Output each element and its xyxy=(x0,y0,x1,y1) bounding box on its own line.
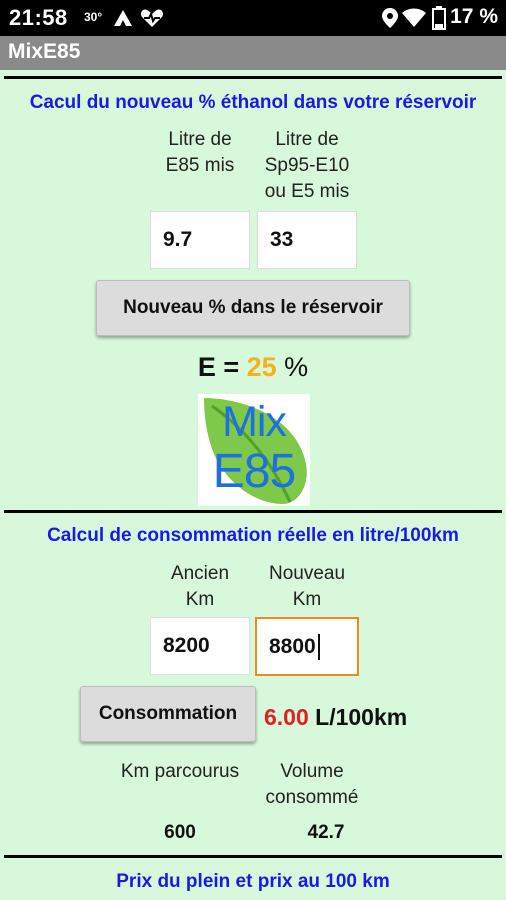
e85-liters-label: Litre de E85 mis xyxy=(165,129,235,176)
consumption-result: 6.00 L/100km xyxy=(264,704,408,730)
battery-icon xyxy=(432,6,446,30)
location-icon xyxy=(382,8,398,28)
distance-label: Km parcourus xyxy=(120,761,240,782)
status-battery-percent: 17 % xyxy=(450,5,498,28)
divider-bottom xyxy=(4,855,502,858)
logo-text-e85: E85 xyxy=(212,445,296,498)
status-bar: 21:58 30° 17 % xyxy=(0,0,506,36)
new-percent-button[interactable]: Nouveau % dans le réservoir xyxy=(96,280,410,336)
mixe85-logo: Mix E85 xyxy=(198,394,310,506)
volume-label: Volume consommé xyxy=(265,761,359,808)
status-temperature: 30° xyxy=(84,10,103,24)
sp95-liters-label: Litre de Sp95-E10 ou E5 mis xyxy=(264,129,350,202)
navigation-app-icon xyxy=(114,10,132,26)
wifi-icon xyxy=(402,8,426,27)
old-km-input[interactable]: 8200 xyxy=(150,617,250,675)
new-km-input[interactable]: 8800 xyxy=(255,617,359,676)
new-km-label: Nouveau Km xyxy=(268,563,346,610)
consumption-section-title: Calcul de consommation réelle en litre/1… xyxy=(47,525,459,546)
price-section-title: Prix du plein et prix au 100 km xyxy=(116,871,390,892)
consumption-button[interactable]: Consommation xyxy=(80,686,256,742)
logo-text-mix: Mix xyxy=(222,398,287,446)
health-heart-icon xyxy=(140,9,164,27)
ethanol-section-title: Cacul du nouveau % éthanol dans votre ré… xyxy=(29,92,477,113)
ethanol-result: E = 25 % xyxy=(197,352,309,382)
consumption-result-value: 6.00 xyxy=(264,704,309,730)
sp95-liters-input[interactable]: 33 xyxy=(257,211,357,269)
divider-top xyxy=(4,76,502,79)
ethanol-result-value: 25 xyxy=(246,352,277,382)
e85-liters-input[interactable]: 9.7 xyxy=(150,211,250,269)
divider-middle xyxy=(4,510,502,513)
status-time: 21:58 xyxy=(9,5,68,30)
distance-value: 600 xyxy=(164,822,196,843)
text-caret xyxy=(317,633,320,660)
old-km-label: Ancien Km xyxy=(170,563,230,610)
app-title: MixE85 xyxy=(8,40,81,63)
volume-value: 42.7 xyxy=(307,822,345,843)
app-title-bar: MixE85 xyxy=(0,36,506,70)
